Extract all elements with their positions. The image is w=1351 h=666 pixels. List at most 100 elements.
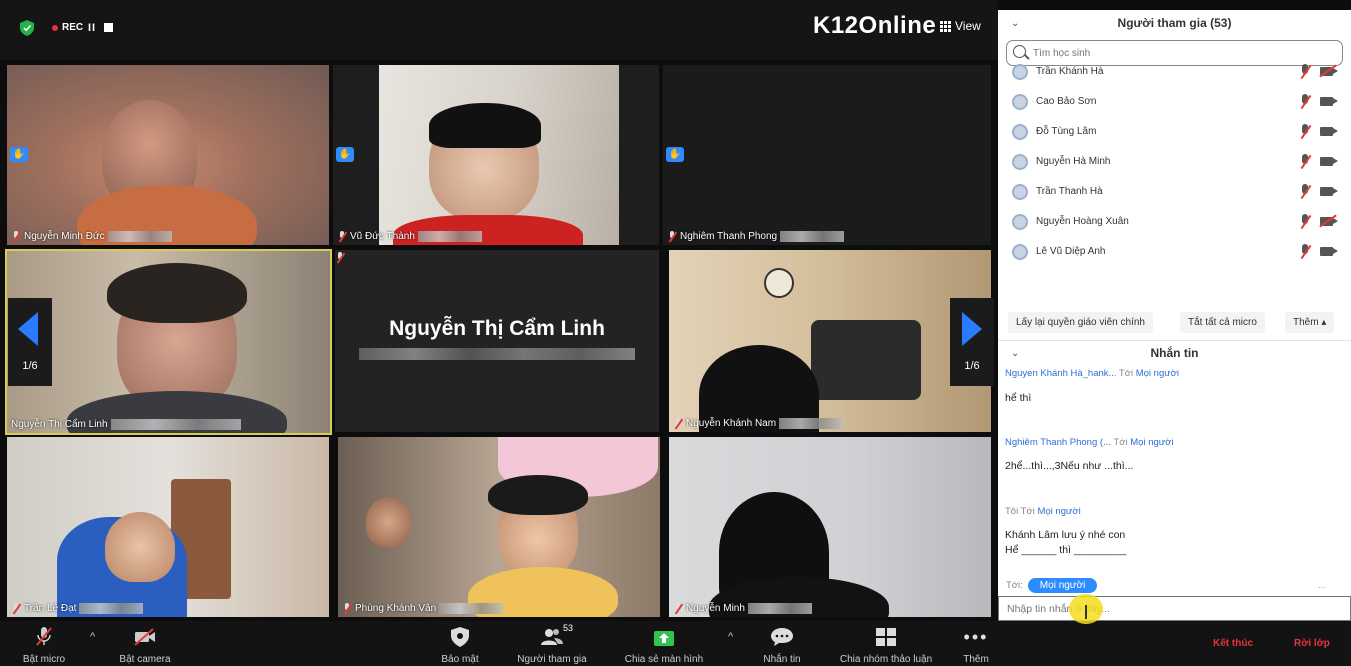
blurred-text [747, 603, 812, 614]
participant-row-name: Nguyễn Hà Minh [1036, 156, 1111, 167]
participants-button[interactable]: 53 Người tham gia [512, 623, 592, 665]
participant-row[interactable]: Nguyễn Hà Minh [1012, 152, 1342, 172]
recipient-dropdown[interactable]: Mọi người [1027, 578, 1098, 593]
more-button[interactable]: ••• Thêm [956, 625, 996, 666]
participant-row[interactable]: Đỗ Tùng Lâm [1012, 122, 1342, 142]
recipient-selector: Tới: Mọi người [1006, 578, 1098, 593]
camera-icon[interactable] [1320, 127, 1338, 136]
video-tile[interactable]: ✋ Nguyễn Minh Đức [7, 65, 329, 245]
camera-icon[interactable] [1320, 247, 1338, 256]
previous-page-button[interactable]: 1/6 [8, 298, 52, 386]
camera-off-icon[interactable] [1320, 217, 1338, 226]
video-tile[interactable]: Trần Lê Đạt [7, 437, 329, 617]
avatar [1012, 154, 1028, 170]
breakout-rooms-icon [876, 628, 896, 646]
share-screen-button[interactable]: Chia sẻ màn hình [618, 625, 710, 665]
camera-icon[interactable] [1320, 157, 1338, 166]
camera-icon[interactable] [1320, 187, 1338, 196]
blurred-text [359, 348, 635, 360]
participant-row[interactable]: Nguyễn Hoàng Xuân [1012, 212, 1342, 232]
recipient-name: Mọi người [1037, 506, 1081, 517]
chat-bubble-icon [771, 628, 793, 646]
record-dot-icon [52, 24, 58, 31]
mic-button[interactable]: Bật micro [14, 625, 74, 665]
shield-icon [451, 627, 469, 647]
end-meeting-button[interactable]: Kết thúc [1213, 638, 1253, 649]
chat-button[interactable]: Nhắn tin [752, 625, 812, 665]
avatar [1012, 184, 1028, 200]
mic-label: Bật micro [22, 654, 66, 665]
mic-muted-icon [673, 603, 683, 614]
search-input[interactable] [1033, 45, 1333, 61]
mic-muted-icon[interactable] [1298, 214, 1312, 229]
mic-muted-icon[interactable] [1298, 124, 1312, 139]
mute-all-button[interactable]: Tắt tất cả micro [1180, 312, 1265, 333]
rec-label: REC [62, 22, 84, 33]
camera-off-icon[interactable] [1320, 67, 1338, 76]
camera-button[interactable]: Bật camera [112, 625, 178, 665]
blurred-text [780, 231, 845, 242]
participant-name-tag: Nguyễn Thị Cẩm Linh [11, 419, 241, 430]
grid-view-icon [940, 20, 951, 32]
pause-recording-button[interactable]: II [88, 22, 96, 34]
avatar [1012, 214, 1028, 230]
participant-row[interactable]: Lê Vũ Diệp Anh [1012, 242, 1342, 262]
recipient-name: Mọi người [1135, 368, 1179, 379]
participant-row[interactable]: Cao Bảo Sơn [1012, 92, 1342, 112]
chat-message-text: Khánh Lâm lưu ý nhé con [1005, 529, 1126, 541]
breakout-rooms-button[interactable]: Chia nhóm thảo luận [832, 625, 940, 665]
participant-row[interactable]: Trần Khánh Hà [1012, 62, 1342, 82]
share-options-chevron-icon[interactable]: ^ [728, 631, 733, 643]
chat-message-text: Hể ______ thì _________ [1005, 544, 1127, 556]
blurred-text [107, 231, 172, 242]
shield-icon[interactable] [20, 20, 34, 36]
raised-hand-icon: ✋ [336, 147, 354, 162]
video-tile[interactable]: Phùng Khánh Vân [338, 437, 660, 617]
video-tile[interactable]: ✋ Nghiêm Thanh Phong [663, 65, 991, 245]
app-logo: K12Online [813, 12, 937, 39]
participants-more-button[interactable]: Thêm ▴ [1285, 312, 1335, 333]
leave-class-button[interactable]: Rời lớp [1294, 638, 1330, 649]
next-page-button[interactable]: 1/6 [950, 298, 994, 386]
bottom-toolbar: Bật micro ^ Bật camera Bảo mật 53 Người … [0, 621, 1351, 666]
video-tile-no-camera[interactable]: Nguyễn Thị Cẩm Linh [335, 250, 659, 432]
camera-off-icon [134, 628, 155, 646]
participants-title: Người tham gia (53) [1117, 16, 1232, 30]
video-tile[interactable]: Nguyễn Khánh Nam [669, 250, 991, 432]
security-button[interactable]: Bảo mật [430, 625, 490, 665]
mic-off-icon [36, 627, 52, 646]
top-bar: REC II K12Online View [0, 0, 998, 60]
chat-options-button[interactable]: ... [1318, 580, 1326, 590]
mic-muted-icon[interactable] [1298, 64, 1312, 79]
view-button[interactable]: View [940, 19, 981, 33]
stop-recording-button[interactable] [104, 23, 113, 32]
chat-input[interactable] [1007, 601, 1337, 616]
chat-message-text: hể thì [1005, 392, 1032, 404]
chat-message-header: Nghiêm Thanh Phong (... Tới Mọi người [1005, 437, 1173, 448]
participant-name: Nguyễn Minh [686, 603, 745, 614]
mic-muted-icon[interactable] [1298, 154, 1312, 169]
arrow-left-icon [18, 312, 38, 346]
mic-options-chevron-icon[interactable]: ^ [90, 631, 95, 643]
sender-name: Nguyen Khánh Hà_hank... [1005, 368, 1117, 379]
video-tile[interactable]: Nguyễn Minh [669, 437, 991, 617]
breakout-rooms-label: Chia nhóm thảo luận [839, 654, 933, 665]
view-label: View [955, 19, 981, 33]
camera-label: Bật camera [119, 654, 171, 665]
meeting-window: REC II K12Online View ✋ Nguyễn Minh Đức … [0, 0, 1351, 666]
participant-name-tag: Trần Lê Đạt [11, 603, 144, 614]
mic-muted-icon[interactable] [1298, 94, 1312, 109]
camera-icon[interactable] [1320, 97, 1338, 106]
video-tile[interactable]: ✋ Vũ Đức Thành [333, 65, 659, 245]
chat-input-box[interactable] [998, 596, 1351, 621]
mic-muted-icon[interactable] [1298, 184, 1312, 199]
blurred-text [779, 418, 844, 429]
to-label: Tới [1113, 437, 1128, 448]
chat-label: Nhắn tin [763, 654, 801, 665]
participant-name-tag: Phùng Khánh Vân [342, 603, 504, 614]
mic-muted-icon[interactable] [1298, 244, 1312, 259]
share-screen-label: Chia sẻ màn hình [624, 654, 704, 665]
active-speaker-video-tile[interactable]: Nguyễn Thị Cẩm Linh [5, 249, 332, 435]
participant-row[interactable]: Trần Thanh Hà [1012, 182, 1342, 202]
reclaim-host-button[interactable]: Lấy lại quyền giáo viên chính [1008, 312, 1153, 333]
